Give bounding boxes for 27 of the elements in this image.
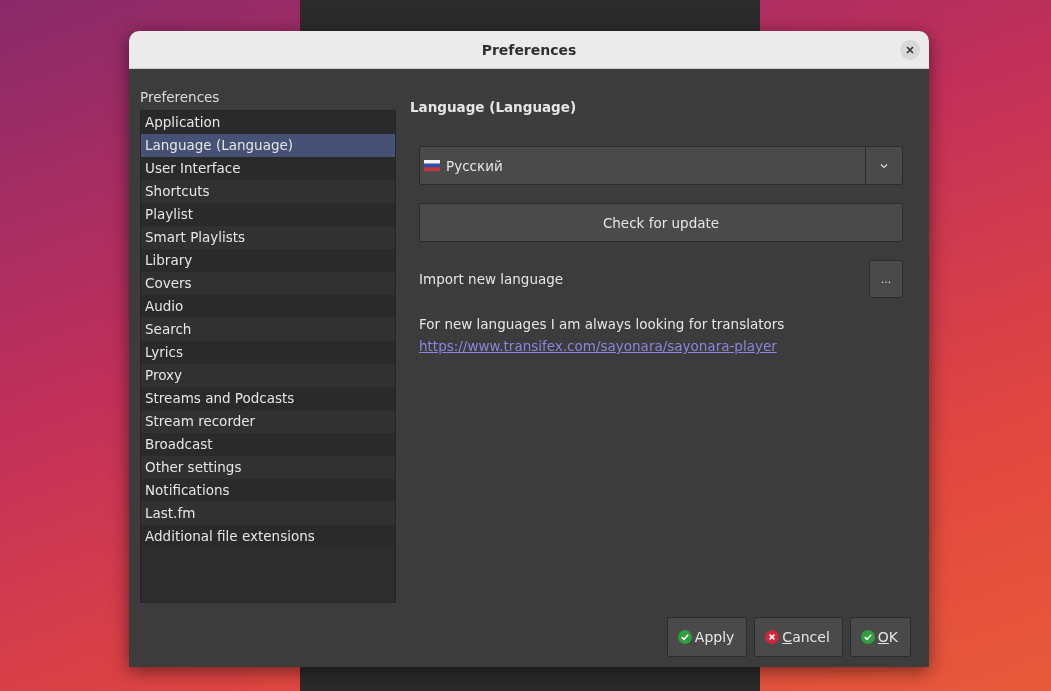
dialog-button[interactable]: OK (849, 617, 911, 657)
dialog-button[interactable]: Cancel (754, 617, 843, 657)
sidebar-heading: Preferences (140, 89, 221, 105)
import-label: Import new language (419, 271, 564, 287)
language-select[interactable]: Русский (419, 146, 903, 185)
check-icon (677, 630, 692, 644)
flag-icon (424, 160, 440, 171)
page-title: Language (Language) (410, 99, 578, 115)
sidebar-item[interactable]: Stream recorder (141, 410, 395, 433)
close-icon (905, 45, 915, 55)
sidebar-item[interactable]: Other settings (141, 456, 395, 479)
sidebar-item[interactable]: Search (141, 318, 395, 341)
close-button[interactable] (900, 40, 920, 60)
check-icon (860, 630, 875, 644)
sidebar-item[interactable]: Language (Language) (141, 134, 395, 157)
sidebar-item[interactable]: Last.fm (141, 502, 395, 525)
sidebar-item[interactable]: Covers (141, 272, 395, 295)
sidebar-item[interactable]: Smart Playlists (141, 226, 395, 249)
dialog-button[interactable]: Apply (666, 617, 748, 657)
sidebar-item[interactable]: Proxy (141, 364, 395, 387)
check-update-button[interactable]: Check for update (419, 203, 903, 242)
translators-note: For new languages I am always looking for translators (419, 316, 786, 332)
chevron-down-icon (879, 162, 889, 169)
window-title: Preferences (481, 41, 577, 58)
cancel-icon (765, 630, 780, 644)
sidebar-item[interactable]: Shortcuts (141, 180, 395, 203)
browse-button[interactable]: ... (869, 260, 903, 298)
